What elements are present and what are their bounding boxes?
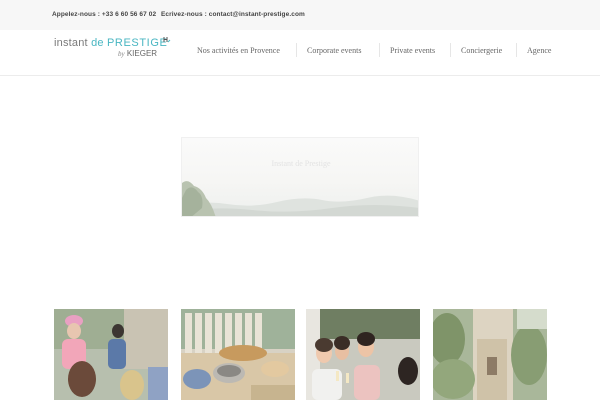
nav-divider bbox=[379, 43, 380, 57]
site-header: instant de PRESTIGE by KIEGER Nos activi… bbox=[0, 30, 600, 76]
hero-landscape bbox=[182, 181, 418, 216]
logo-by: by bbox=[118, 50, 125, 58]
nav-divider bbox=[296, 43, 297, 57]
nav-item-conciergerie[interactable]: Conciergerie bbox=[461, 46, 502, 55]
phone-contact[interactable]: Appelez-nous : +33 6 60 56 67 02 bbox=[52, 11, 156, 18]
nav-item-activites[interactable]: Nos activités en Provence bbox=[197, 46, 280, 55]
email-contact[interactable]: Ecrivez-nous : contact@instant-prestige.… bbox=[161, 11, 305, 18]
top-info-bar: Appelez-nous : +33 6 60 56 67 02 Ecrivez… bbox=[0, 0, 600, 30]
village-street-image bbox=[433, 309, 547, 400]
nav-divider bbox=[450, 43, 451, 57]
nav-item-private[interactable]: Private events bbox=[390, 46, 435, 55]
people-outdoor-image bbox=[54, 309, 168, 400]
nav-divider bbox=[516, 43, 517, 57]
logo-word-prestige: PRESTIGE bbox=[106, 37, 168, 49]
logo-byline: by KIEGER bbox=[118, 49, 157, 58]
nav-item-agence[interactable]: Agence bbox=[527, 46, 551, 55]
logo-word-instant: instant bbox=[54, 37, 88, 49]
logo-wordmark: instant de PRESTIGE bbox=[54, 37, 167, 49]
logo-word-de: de bbox=[91, 37, 104, 49]
activity-card-photo[interactable] bbox=[54, 309, 168, 400]
hero-title: Instant de Prestige bbox=[271, 159, 331, 168]
women-toasting-image bbox=[306, 309, 420, 400]
activity-card-photo[interactable] bbox=[306, 309, 420, 400]
logo-mark-icon bbox=[163, 37, 171, 43]
activity-card-photo[interactable] bbox=[433, 309, 547, 400]
site-logo[interactable]: instant de PRESTIGE by KIEGER bbox=[54, 37, 172, 67]
activity-card-photo[interactable] bbox=[181, 309, 295, 400]
logo-brand: KIEGER bbox=[126, 49, 158, 58]
hero-banner: Instant de Prestige bbox=[181, 137, 419, 217]
nav-item-corporate[interactable]: Corporate events bbox=[307, 46, 361, 55]
picnic-food-image bbox=[181, 309, 295, 400]
